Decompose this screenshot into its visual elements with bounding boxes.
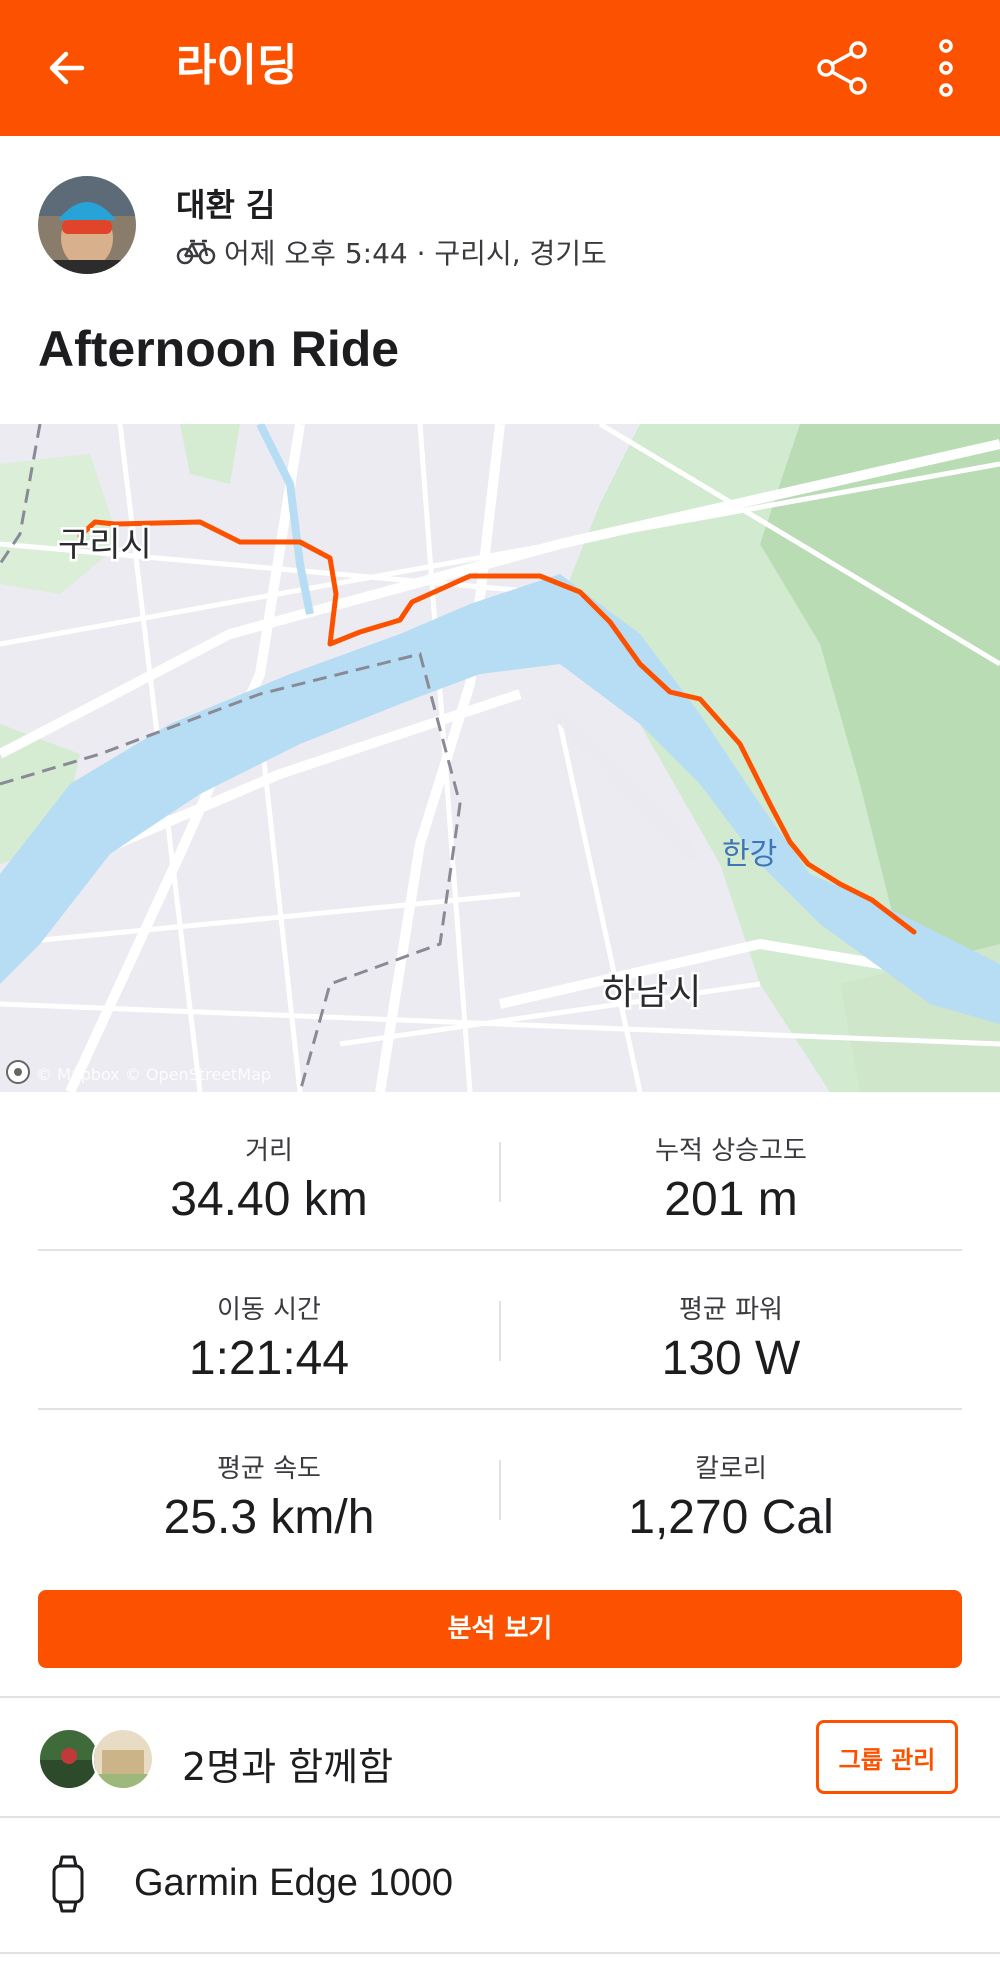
stat-label: 평균 속도 xyxy=(217,1454,321,1484)
map-label-guri: 구리시 xyxy=(58,525,152,565)
activity-header: 대환 김 어제 오후 5:44 · 구리시, 경기도 Afternoon Rid… xyxy=(0,136,1000,426)
stat-avg-power: 평균 파워 130 W xyxy=(500,1251,962,1408)
stats-row: 거리 34.40 km 누적 상승고도 201 m xyxy=(38,1092,962,1251)
back-arrow-icon[interactable] xyxy=(40,40,96,96)
route-map[interactable]: 구리시 한강 하남시 © Mapbox © OpenStreetMap xyxy=(0,424,1000,1092)
avatar[interactable] xyxy=(38,176,136,274)
stat-label: 칼로리 xyxy=(695,1454,767,1484)
group-member-avatar xyxy=(38,1728,100,1790)
app-bar: 라이딩 xyxy=(0,0,1000,136)
more-vert-icon[interactable] xyxy=(924,36,968,100)
share-icon[interactable] xyxy=(810,36,874,100)
group-activity-row[interactable]: 2명과 함께함 그룹 관리 xyxy=(0,1700,1000,1816)
stat-value: 1:21:44 xyxy=(188,1332,350,1385)
activity-meta: 어제 오후 5:44 · 구리시, 경기도 xyxy=(176,232,607,272)
group-manage-button[interactable]: 그룹 관리 xyxy=(816,1720,958,1794)
watch-icon xyxy=(52,1855,84,1913)
stat-moving-time: 이동 시간 1:21:44 xyxy=(38,1251,500,1408)
divider xyxy=(0,1952,1000,1954)
stat-value: 201 m xyxy=(664,1173,798,1226)
athlete-name[interactable]: 대환 김 xyxy=(176,180,275,226)
stat-label: 이동 시간 xyxy=(217,1295,321,1325)
map-attribution[interactable]: © Mapbox © OpenStreetMap xyxy=(36,1065,271,1084)
stat-distance: 거리 34.40 km xyxy=(38,1092,500,1249)
stats-row: 이동 시간 1:21:44 평균 파워 130 W xyxy=(38,1251,962,1410)
map-label-hanam: 하남시 xyxy=(602,972,701,1013)
stat-label: 평균 파워 xyxy=(679,1295,783,1325)
stat-calories: 칼로리 1,270 Cal xyxy=(500,1410,962,1567)
stat-value: 25.3 km/h xyxy=(163,1491,375,1544)
map-label-hangang: 한강 xyxy=(722,837,777,872)
stat-value: 130 W xyxy=(661,1332,801,1385)
group-member-avatar xyxy=(92,1728,154,1790)
analyze-button[interactable]: 분석 보기 xyxy=(38,1590,962,1668)
stat-label: 누적 상승고도 xyxy=(655,1136,807,1166)
device-row: Garmin Edge 1000 xyxy=(0,1818,1000,1952)
divider xyxy=(0,1696,1000,1698)
page-title: 라이딩 xyxy=(176,40,298,91)
bike-icon xyxy=(176,239,216,265)
stat-value: 34.40 km xyxy=(170,1173,368,1226)
stat-label: 거리 xyxy=(245,1136,293,1166)
mapbox-logo-icon xyxy=(6,1060,30,1084)
activity-time-location: 어제 오후 5:44 · 구리시, 경기도 xyxy=(224,237,607,270)
group-label: 2명과 함께함 xyxy=(182,1745,394,1789)
stats-grid: 거리 34.40 km 누적 상승고도 201 m 이동 시간 1:21:44 … xyxy=(38,1092,962,1567)
stat-avg-speed: 평균 속도 25.3 km/h xyxy=(38,1410,500,1567)
stat-value: 1,270 Cal xyxy=(628,1491,834,1544)
stats-row: 평균 속도 25.3 km/h 칼로리 1,270 Cal xyxy=(38,1410,962,1567)
device-name: Garmin Edge 1000 xyxy=(134,1862,453,1904)
activity-title: Afternoon Ride xyxy=(38,321,400,377)
stat-elevation-gain: 누적 상승고도 201 m xyxy=(500,1092,962,1249)
